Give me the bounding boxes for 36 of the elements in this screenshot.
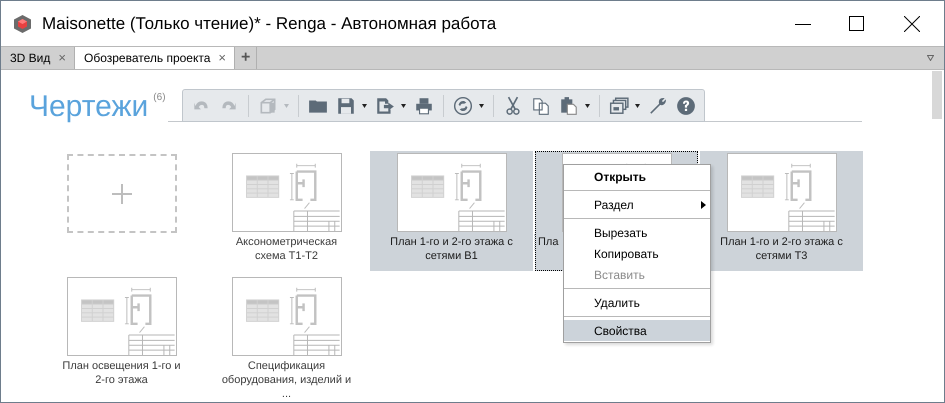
wrench-icon[interactable] bbox=[648, 96, 668, 116]
count-label: (6) bbox=[153, 91, 166, 105]
new-tab-button[interactable]: + bbox=[235, 47, 258, 69]
dropdown-caret-icon[interactable] bbox=[584, 104, 590, 108]
dropdown-caret-icon[interactable] bbox=[634, 104, 640, 108]
window-title: Maisonette (Только чтение)* - Renga - Автономная работа bbox=[42, 12, 496, 35]
dropdown-caret-icon[interactable] bbox=[362, 104, 367, 108]
dropdown-caret-icon[interactable] bbox=[400, 104, 406, 108]
export-icon[interactable] bbox=[374, 96, 395, 116]
save-icon[interactable] bbox=[336, 96, 356, 116]
tab-label: Обозреватель проекта bbox=[84, 50, 210, 67]
tab-close-button[interactable]: × bbox=[218, 48, 226, 68]
drawing-tile[interactable]: План 1-го и 2-го этажа с сетями Т3 bbox=[700, 151, 863, 271]
paste-icon[interactable] bbox=[558, 96, 579, 116]
sync-icon[interactable] bbox=[452, 96, 473, 116]
section-heading: Чертежи bbox=[29, 90, 148, 124]
drawing-tile[interactable]: Аксонометрическая схема Т1-Т2 bbox=[205, 151, 368, 271]
submenu-arrow-icon bbox=[701, 200, 706, 208]
menu-item[interactable]: Свойства bbox=[564, 320, 710, 341]
tab-label: 3D Вид bbox=[10, 50, 50, 67]
plus-icon bbox=[112, 184, 132, 204]
drawing-tile[interactable]: План 1-го и 2-го этажа с сетями В1 bbox=[370, 151, 533, 271]
close-icon[interactable] bbox=[904, 16, 920, 32]
scrollbar-thumb[interactable] bbox=[932, 71, 942, 119]
help-icon[interactable] bbox=[676, 96, 696, 116]
tab-close-button[interactable]: × bbox=[58, 48, 66, 68]
windows-icon[interactable] bbox=[608, 96, 629, 116]
drawing-tile[interactable]: План освещения 1-го и 2-го этажа bbox=[40, 275, 203, 395]
app-logo-icon bbox=[13, 14, 32, 34]
menu-item[interactable]: Удалить bbox=[564, 292, 710, 313]
printer-icon[interactable] bbox=[414, 96, 434, 116]
maximize-icon[interactable] bbox=[849, 16, 864, 31]
copy-icon[interactable] bbox=[530, 96, 551, 116]
dropdown-caret-icon[interactable] bbox=[478, 104, 484, 108]
tab[interactable]: Обозреватель проекта × bbox=[74, 47, 235, 69]
tab-list-icon[interactable] bbox=[927, 55, 934, 61]
